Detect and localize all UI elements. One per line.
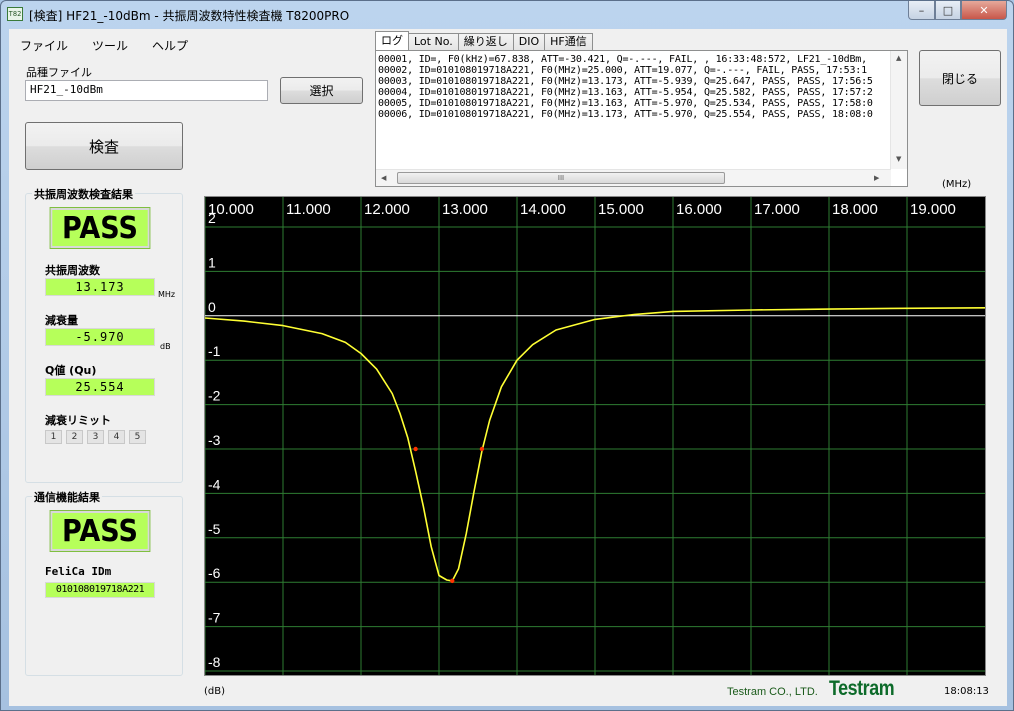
log-line: 00003, ID=010108019718A221, F0(MHz)=13.1…: [378, 76, 873, 87]
y-tick-label: -2: [208, 388, 221, 404]
attenuation-unit: dB: [160, 342, 171, 351]
limit-indicator-3: 3: [87, 430, 104, 444]
limit-indicator-5: 5: [129, 430, 146, 444]
scroll-right-icon[interactable]: ▶: [874, 174, 879, 182]
tab-lot-no[interactable]: Lot No.: [408, 33, 459, 51]
close-icon: ✕: [979, 3, 989, 17]
log-line: 00004, ID=010108019718A221, F0(MHz)=13.1…: [378, 87, 873, 98]
freq-unit: MHz: [158, 290, 176, 299]
log-line: 00005, ID=010108019718A221, F0(MHz)=13.1…: [378, 98, 873, 109]
maximize-button[interactable]: □: [935, 1, 961, 20]
log-horizontal-scrollbar[interactable]: ◀ III ▶: [376, 169, 891, 186]
log-vertical-scrollbar[interactable]: ▲ ▼: [890, 51, 907, 169]
clock-time: 18:08:13: [944, 686, 989, 697]
attenuation-label: 減衰量: [45, 314, 78, 327]
y-unit-label: (dB): [204, 686, 226, 697]
y-tick-label: -3: [208, 432, 221, 448]
x-tick-label: 11.000: [286, 201, 331, 218]
marker-point: [479, 446, 485, 452]
log-line: 00002, ID=010108019718A221, F0(MHz)=25.0…: [378, 65, 867, 76]
attenuation-value: -5.970: [45, 328, 155, 346]
close-button[interactable]: 閉じる: [919, 50, 1001, 106]
minimize-icon: –: [918, 3, 925, 17]
horizontal-scroll-thumb[interactable]: III: [397, 172, 725, 184]
company-name: Testram CO., LTD.: [727, 686, 818, 698]
x-tick-label: 16.000: [676, 201, 722, 218]
x-unit-label: (MHz): [942, 179, 972, 190]
felica-idm-value: 010108019718A221: [45, 582, 155, 598]
x-tick-label: 19.000: [910, 201, 956, 218]
y-tick-label: -8: [208, 654, 221, 670]
chart-svg: 10.000 11.000 12.000 13.000 14.000 15.000 16.0…: [204, 197, 986, 675]
tab-hf-comm[interactable]: HF通信: [544, 33, 593, 51]
inspect-button[interactable]: 検査: [25, 122, 183, 170]
resonance-group-title: 共振周波数検査結果: [32, 186, 135, 202]
y-tick-label: -4: [208, 476, 221, 492]
log-list[interactable]: 00001, ID=, F0(kHz)=67.838, ATT=-30.421,…: [375, 50, 908, 187]
minimize-button[interactable]: –: [908, 1, 935, 20]
q-value-label: Q値 (Qu): [45, 364, 97, 377]
maximize-icon: □: [942, 3, 954, 17]
y-tick-label: 2: [208, 210, 216, 226]
comm-pass-badge: PASS: [49, 510, 151, 552]
x-tick-label: 17.000: [754, 201, 800, 218]
resonance-freq-value: 13.173: [45, 278, 155, 296]
log-line: 00001, ID=, F0(kHz)=67.838, ATT=-30.421,…: [378, 54, 867, 65]
comm-result-group: 通信機能結果 PASS FeliCa IDm 010108019718A221: [25, 489, 183, 676]
product-file-label: 品種ファイル: [26, 66, 92, 79]
frequency-response-chart: 10.000 11.000 12.000 13.000 14.000 15.000 16.0…: [204, 196, 986, 676]
menu-tools[interactable]: ツール: [89, 35, 131, 56]
y-tick-label: -7: [208, 610, 221, 626]
attenuation-limit-label: 減衰リミット: [45, 414, 111, 427]
scroll-up-icon[interactable]: ▲: [896, 54, 901, 62]
limit-indicator-1: 1: [45, 430, 62, 444]
q-value: 25.554: [45, 378, 155, 396]
window-title: [検査] HF21_-10dBm - 共振周波数特性検査機 T8200PRO: [29, 9, 350, 23]
resonance-pass-badge: PASS: [49, 207, 151, 249]
app-window: T82 [検査] HF21_-10dBm - 共振周波数特性検査機 T8200P…: [0, 0, 1014, 711]
menu-help[interactable]: ヘルプ: [149, 35, 191, 56]
y-tick-label: -5: [208, 521, 221, 537]
x-tick-label: 13.000: [442, 201, 488, 218]
limit-indicator-2: 2: [66, 430, 83, 444]
close-window-button[interactable]: ✕: [961, 1, 1007, 20]
client-area: ファイル ツール ヘルプ 品種ファイル HF21_-10dBm 選択 検査 共振…: [9, 29, 1007, 706]
resonance-result-group: 共振周波数検査結果 PASS 共振周波数 13.173 MHz 減衰量 -5.9…: [25, 186, 183, 483]
y-tick-label: -1: [208, 343, 221, 359]
testram-logo: Testram: [829, 677, 895, 700]
y-tick-label: -6: [208, 565, 221, 581]
marker-point: [450, 578, 455, 584]
app-icon: T82: [7, 7, 23, 21]
log-tabs: ログ Lot No. 繰り返し DIO HF通信: [375, 31, 593, 51]
tab-repeat[interactable]: 繰り返し: [457, 33, 514, 51]
x-tick-label: 14.000: [520, 201, 566, 218]
y-tick-label: 0: [208, 299, 216, 315]
menu-bar: ファイル ツール ヘルプ: [17, 35, 191, 56]
title-bar[interactable]: T82 [検査] HF21_-10dBm - 共振周波数特性検査機 T8200P…: [1, 1, 1013, 29]
x-tick-label: 18.000: [832, 201, 878, 218]
menu-file[interactable]: ファイル: [17, 35, 71, 56]
marker-point: [413, 446, 418, 452]
y-tick-label: 1: [208, 254, 216, 270]
tab-log[interactable]: ログ: [375, 31, 409, 50]
select-button[interactable]: 選択: [280, 77, 363, 104]
comm-group-title: 通信機能結果: [32, 489, 102, 505]
tab-dio[interactable]: DIO: [512, 33, 546, 51]
scroll-down-icon[interactable]: ▼: [896, 155, 901, 163]
x-tick-label: 12.000: [364, 201, 410, 218]
product-file-input[interactable]: HF21_-10dBm: [25, 80, 268, 101]
felica-idm-label: FeliCa IDm: [45, 565, 112, 578]
resonance-freq-label: 共振周波数: [45, 264, 100, 277]
scroll-left-icon[interactable]: ◀: [381, 174, 386, 182]
log-line: 00006, ID=010108019718A221, F0(MHz)=13.1…: [378, 109, 873, 120]
limit-indicator-4: 4: [108, 430, 125, 444]
x-tick-label: 15.000: [598, 201, 644, 218]
